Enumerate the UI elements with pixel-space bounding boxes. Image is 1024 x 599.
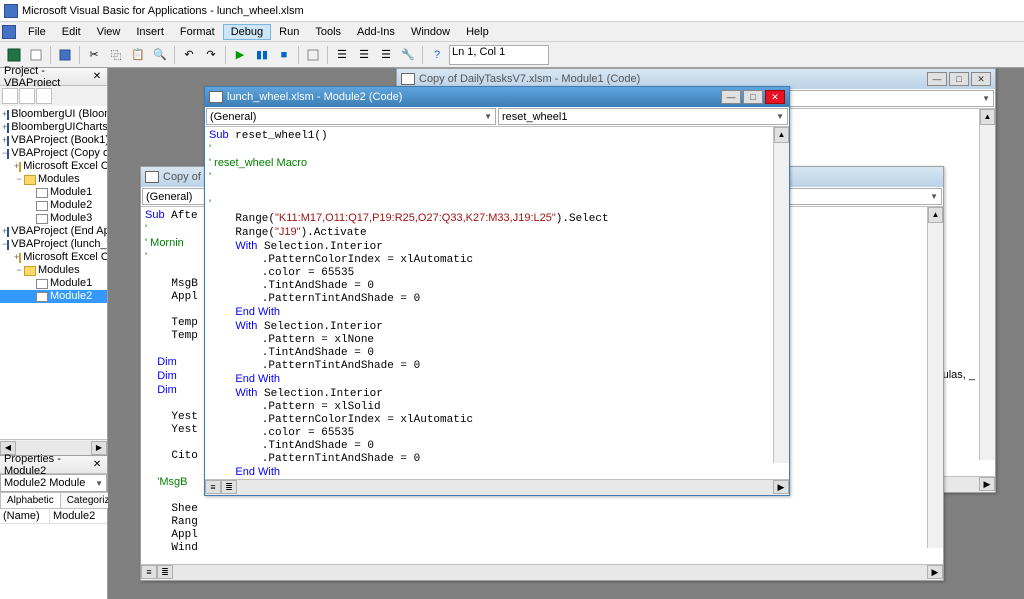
menu-debug[interactable]: Debug	[223, 24, 271, 40]
tool-design[interactable]	[303, 45, 323, 65]
tool-find[interactable]: 🔍	[150, 45, 170, 65]
menu-window[interactable]: Window	[403, 24, 458, 40]
scroll-right-icon[interactable]: ▶	[773, 480, 789, 494]
tree-node[interactable]: −VBAProject (Copy of Dai	[0, 147, 107, 160]
project-pane-header: Project - VBAProject ✕	[0, 68, 107, 86]
menubar: File Edit View Insert Format Debug Run T…	[0, 22, 1024, 42]
module-icon	[209, 91, 223, 103]
close-button[interactable]: ✕	[971, 72, 991, 86]
tool-paste[interactable]: 📋	[128, 45, 148, 65]
menu-addins[interactable]: Add-Ins	[349, 24, 403, 40]
scroll-right-icon[interactable]: ▶	[979, 477, 995, 491]
window-title: Copy of DailyTasksV7.xlsm - Module1 (Cod…	[419, 73, 640, 85]
module-icon	[401, 73, 415, 85]
code-editor[interactable]: Sub reset_wheel1() ' ' reset_wheel Macro…	[205, 127, 789, 479]
procedure-dropdown[interactable]: reset_wheel1▼	[498, 108, 788, 125]
toolbar: ✂ ⿻ 📋 🔍 ↶ ↷ ▶ ▮▮ ■ ☰ ☰ ☰ 🔧 ? Ln 1, Col 1	[0, 42, 1024, 68]
project-view-code[interactable]	[2, 88, 18, 104]
tab-alphabetic[interactable]: Alphabetic	[0, 492, 61, 508]
properties-grid[interactable]: (Name) Module2	[0, 509, 107, 599]
tree-node[interactable]: −Modules	[0, 173, 107, 186]
minimize-button[interactable]: —	[927, 72, 947, 86]
module-icon	[145, 171, 159, 183]
window-title: lunch_wheel.xlsm - Module2 (Code)	[227, 91, 402, 103]
close-button[interactable]: ✕	[765, 90, 785, 104]
project-view-object[interactable]	[19, 88, 35, 104]
tree-node[interactable]: −Modules	[0, 264, 107, 277]
tree-node[interactable]: +Microsoft Excel Objects	[0, 160, 107, 173]
tool-help[interactable]: ?	[427, 45, 447, 65]
tree-node[interactable]: Module1	[0, 277, 107, 290]
properties-object-combo[interactable]: Module2 Module▼	[0, 474, 107, 492]
tool-undo[interactable]: ↶	[179, 45, 199, 65]
menu-run[interactable]: Run	[271, 24, 307, 40]
code-window-lunch-wheel[interactable]: lunch_wheel.xlsm - Module2 (Code) — □ ✕ …	[204, 86, 790, 496]
tree-node[interactable]: Module1	[0, 186, 107, 199]
project-toolbar	[0, 86, 107, 106]
tool-save[interactable]	[55, 45, 75, 65]
menubar-icon	[2, 25, 16, 39]
project-tree[interactable]: +BloombergUI (Bloomb+BloombergUICharts (…	[0, 106, 107, 439]
property-row: (Name) Module2	[0, 509, 107, 524]
mdi-area: Copy of DailyTasksV7.xlsm - Module1 (Cod…	[108, 68, 1024, 599]
vertical-scrollbar[interactable]: ▲	[773, 127, 789, 463]
app-title: Microsoft Visual Basic for Applications …	[22, 5, 304, 17]
app-titlebar: Microsoft Visual Basic for Applications …	[0, 0, 1024, 22]
tree-node[interactable]: +VBAProject (Book1)	[0, 134, 107, 147]
tree-node[interactable]: +Microsoft Excel Objects	[0, 251, 107, 264]
maximize-button[interactable]: □	[743, 90, 763, 104]
menu-help[interactable]: Help	[458, 24, 497, 40]
menu-format[interactable]: Format	[172, 24, 223, 40]
window-titlebar[interactable]: lunch_wheel.xlsm - Module2 (Code) — □ ✕	[205, 87, 789, 107]
vertical-scrollbar[interactable]: ▲	[927, 207, 943, 548]
tool-toolbox[interactable]: 🔧	[398, 45, 418, 65]
tool-break[interactable]: ▮▮	[252, 45, 272, 65]
tool-properties[interactable]: ☰	[354, 45, 374, 65]
menu-view[interactable]: View	[89, 24, 129, 40]
project-pane-close-icon[interactable]: ✕	[91, 70, 103, 84]
minimize-button[interactable]: —	[721, 90, 741, 104]
project-pane-title: Project - VBAProject	[4, 65, 91, 89]
tool-run[interactable]: ▶	[230, 45, 250, 65]
project-toggle-folders[interactable]	[36, 88, 52, 104]
tool-object-browser[interactable]: ☰	[376, 45, 396, 65]
tool-cut[interactable]: ✂	[84, 45, 104, 65]
tool-project-explorer[interactable]: ☰	[332, 45, 352, 65]
full-view-button[interactable]: ≡	[141, 565, 157, 579]
tree-node[interactable]: −VBAProject (lunch_whe	[0, 238, 107, 251]
maximize-button[interactable]: □	[949, 72, 969, 86]
vertical-scrollbar[interactable]: ▲	[979, 109, 995, 460]
menu-file[interactable]: File	[20, 24, 54, 40]
property-value[interactable]: Module2	[50, 509, 107, 523]
tree-node[interactable]: Module2	[0, 290, 107, 303]
tool-position-combo[interactable]: Ln 1, Col 1	[449, 45, 549, 65]
tree-node[interactable]: +BloombergUICharts (Blo	[0, 121, 107, 134]
scroll-right-icon[interactable]: ▶	[91, 441, 107, 455]
tree-node[interactable]: +BloombergUI (Bloomb	[0, 108, 107, 121]
tree-node[interactable]: Module3	[0, 212, 107, 225]
properties-pane-header: Properties - Module2 ✕	[0, 456, 107, 474]
tool-view-excel[interactable]	[4, 45, 24, 65]
menu-edit[interactable]: Edit	[54, 24, 89, 40]
tool-insert[interactable]	[26, 45, 46, 65]
object-dropdown[interactable]: (General)▼	[206, 108, 496, 125]
proc-view-button[interactable]: ≣	[157, 565, 173, 579]
properties-pane-close-icon[interactable]: ✕	[91, 458, 103, 472]
tree-node[interactable]: Module2	[0, 199, 107, 212]
tree-node[interactable]: +VBAProject (End April 20	[0, 225, 107, 238]
properties-tabs: Alphabetic Categorized	[0, 492, 107, 509]
tool-copy[interactable]: ⿻	[106, 45, 126, 65]
property-name: (Name)	[0, 509, 50, 523]
tool-redo[interactable]: ↷	[201, 45, 221, 65]
menu-tools[interactable]: Tools	[307, 24, 349, 40]
proc-view-button[interactable]: ≣	[221, 480, 237, 494]
menu-insert[interactable]: Insert	[128, 24, 172, 40]
full-view-button[interactable]: ≡	[205, 480, 221, 494]
scroll-right-icon[interactable]: ▶	[927, 565, 943, 579]
properties-pane-title: Properties - Module2	[4, 453, 91, 477]
tool-reset[interactable]: ■	[274, 45, 294, 65]
app-icon	[4, 4, 18, 18]
